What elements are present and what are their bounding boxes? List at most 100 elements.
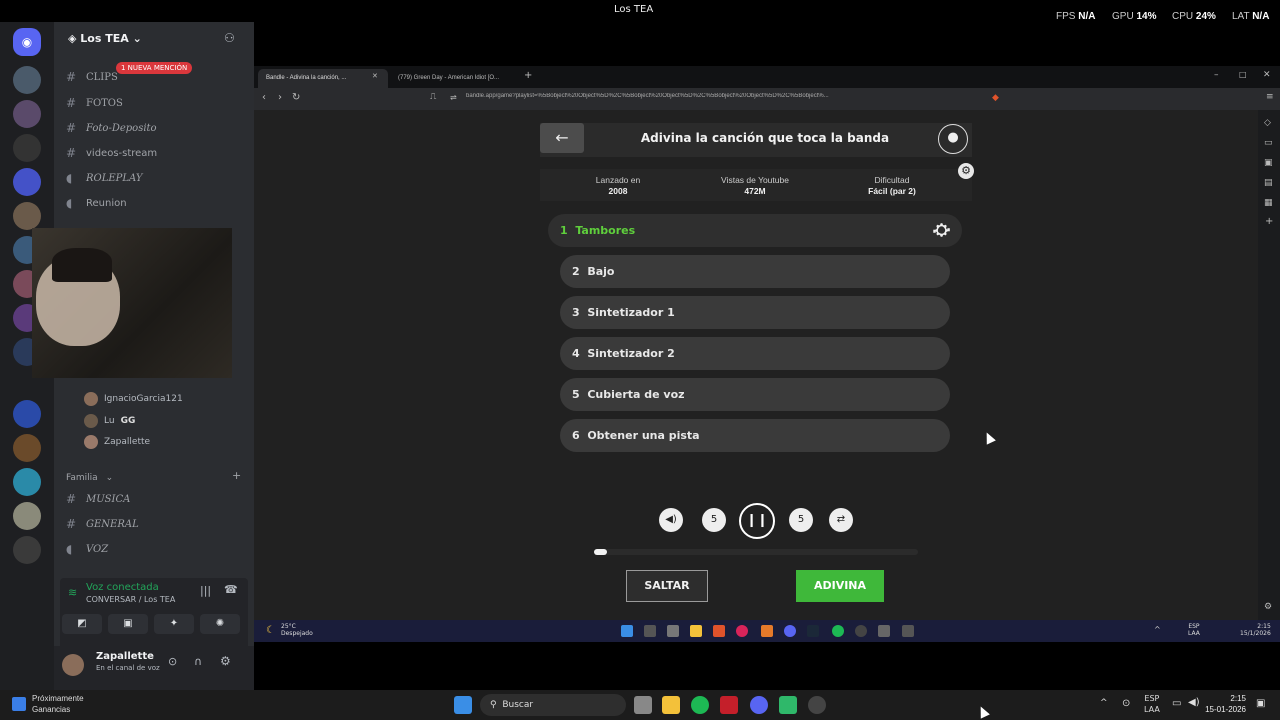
windows-start-icon[interactable]	[621, 625, 633, 637]
voice-channel[interactable]: CONVERSAR / Los TEA	[86, 595, 175, 604]
settings-gear-icon[interactable]: ⚙	[220, 654, 231, 668]
avatar[interactable]	[62, 654, 84, 676]
app-icon[interactable]	[720, 696, 738, 714]
track-6-hint[interactable]: 6 Obtener una pista	[560, 419, 950, 452]
app-icon[interactable]	[736, 625, 748, 637]
search-icon[interactable]	[644, 625, 656, 637]
track-5[interactable]: 5 Cubierta de voz	[560, 378, 950, 411]
weather-widget[interactable]: 25°C Despejado	[281, 623, 313, 637]
bookmark-icon[interactable]: ⎍	[430, 92, 436, 102]
network-icon[interactable]: ▭	[1172, 698, 1181, 709]
menu-icon[interactable]: ≡	[1266, 92, 1274, 102]
pause-button[interactable]: ❙❙	[739, 503, 775, 539]
reload-icon[interactable]: ↻	[292, 92, 300, 103]
sidebar-icon[interactable]: ▣	[1264, 158, 1273, 168]
settings-gear-icon[interactable]: ⚙	[1264, 602, 1272, 612]
task-view-icon[interactable]	[634, 696, 652, 714]
add-friend-icon[interactable]: ⚇	[224, 31, 235, 45]
track-2[interactable]: 2 Bajo	[560, 255, 950, 288]
spotify-icon[interactable]	[691, 696, 709, 714]
microphone-icon[interactable]: ⊙	[168, 655, 177, 668]
minimize-icon[interactable]: –	[1214, 70, 1219, 80]
app-icon[interactable]	[855, 625, 867, 637]
screen-share-icon[interactable]: ▣	[108, 614, 148, 634]
mention-badge[interactable]: 1 NUEVA MENCIÓN	[116, 62, 193, 74]
add-channel-icon[interactable]: +	[232, 469, 241, 482]
maximize-icon[interactable]: □	[1239, 70, 1247, 79]
tray-chevron-icon[interactable]: ^	[1154, 625, 1161, 634]
sidebar-icon[interactable]: ◇	[1264, 118, 1271, 128]
channel-videos-stream[interactable]: # videos-stream	[66, 144, 157, 162]
voice-member[interactable]: IgnacioGarcia121	[84, 392, 183, 406]
server-icon[interactable]	[13, 100, 41, 128]
add-sidebar-icon[interactable]: +	[1265, 216, 1273, 227]
volume-icon[interactable]: ◀)	[1188, 697, 1200, 708]
taskbar-search[interactable]: ⚲ Buscar	[480, 694, 626, 716]
tray-chevron-icon[interactable]: ^	[1100, 698, 1108, 708]
channel-reunion[interactable]: ◖ Reunion	[66, 194, 127, 212]
track-4[interactable]: 4 Sintetizador 2	[560, 337, 950, 370]
server-icon[interactable]	[13, 434, 41, 462]
back-button[interactable]: ←	[540, 123, 584, 153]
voice-member[interactable]: Lu GG	[84, 414, 135, 428]
brave-shield-icon[interactable]: ◆	[992, 93, 999, 103]
language-indicator[interactable]: ESP LAA	[1188, 623, 1200, 637]
windows-start-icon[interactable]	[454, 696, 472, 714]
server-icon[interactable]	[13, 400, 41, 428]
headphones-icon[interactable]: ∩	[194, 655, 202, 668]
channel-clips[interactable]: # CLIPS	[66, 68, 118, 86]
discord-icon[interactable]	[784, 625, 796, 637]
camera-icon[interactable]: ◩	[62, 614, 102, 634]
channel-fotos[interactable]: # FOTOS	[66, 94, 123, 112]
site-info-icon[interactable]: ⇌	[450, 93, 457, 102]
brave-icon[interactable]	[713, 625, 725, 637]
noise-suppression-icon[interactable]: |||	[200, 584, 211, 597]
forward-5-icon[interactable]: 5	[789, 508, 813, 532]
track-3[interactable]: 3 Sintetizador 1	[560, 296, 950, 329]
sidebar-icon[interactable]: ▦	[1264, 198, 1273, 208]
channel-roleplay[interactable]: ◖ ROLEPLAY	[66, 169, 142, 187]
tab-bandle[interactable]: Bandle - Adivina la canción, ...	[258, 69, 388, 88]
disconnect-icon[interactable]: ☎	[224, 583, 238, 596]
profile-button[interactable]: ●	[938, 124, 968, 154]
rewind-5-icon[interactable]: 5	[702, 508, 726, 532]
server-icon[interactable]	[13, 536, 41, 564]
notification-icon[interactable]: ▣	[1256, 698, 1265, 709]
spotify-icon[interactable]	[832, 625, 844, 637]
app-icon[interactable]	[808, 696, 826, 714]
volume-icon[interactable]: ◀)	[659, 508, 683, 532]
steam-icon[interactable]	[807, 625, 819, 637]
channel-voz[interactable]: ◖ VOZ	[66, 540, 108, 558]
activities-icon[interactable]: ✦	[154, 614, 194, 634]
microphone-icon[interactable]: ⊙	[1122, 698, 1130, 709]
channel-foto-deposito[interactable]: # Foto-Deposito	[66, 119, 157, 137]
server-icon[interactable]	[13, 168, 41, 196]
discord-icon[interactable]	[750, 696, 768, 714]
app-icon[interactable]	[761, 625, 773, 637]
guess-button[interactable]: ADIVINA	[796, 570, 884, 602]
server-name[interactable]: ◈ Los TEA ⌄	[68, 32, 142, 45]
file-explorer-icon[interactable]	[662, 696, 680, 714]
soundboard-icon[interactable]: ✺	[200, 614, 240, 634]
task-view-icon[interactable]	[667, 625, 679, 637]
sidebar-icon[interactable]: ▤	[1264, 178, 1273, 188]
widgets-button[interactable]: Próximamente Ganancias	[12, 693, 84, 715]
discord-home-icon[interactable]: ◉	[13, 28, 41, 56]
close-window-icon[interactable]: ✕	[1263, 70, 1271, 80]
skip-button[interactable]: SALTAR	[626, 570, 708, 602]
settings-gear-icon[interactable]: ⚙	[958, 163, 974, 179]
back-nav-icon[interactable]: ‹	[262, 92, 266, 103]
track-1[interactable]: 1 Tambores ⛮	[548, 214, 962, 247]
server-icon[interactable]	[13, 468, 41, 496]
repeat-off-icon[interactable]: ⇄	[829, 508, 853, 532]
url-field[interactable]: bandle.app/game?playlist=%5Bobject%20Obj…	[466, 93, 906, 99]
close-tab-icon[interactable]: ✕	[372, 72, 378, 80]
channel-general[interactable]: # GENERAL	[66, 515, 139, 533]
new-tab-icon[interactable]: +	[524, 70, 532, 81]
playback-progress[interactable]	[594, 549, 918, 555]
forward-nav-icon[interactable]: ›	[278, 92, 282, 103]
clock[interactable]: 2:15 15/1/2026	[1240, 623, 1271, 637]
app-icon[interactable]	[902, 625, 914, 637]
voice-member[interactable]: Zapallette	[84, 435, 150, 449]
app-icon[interactable]	[779, 696, 797, 714]
